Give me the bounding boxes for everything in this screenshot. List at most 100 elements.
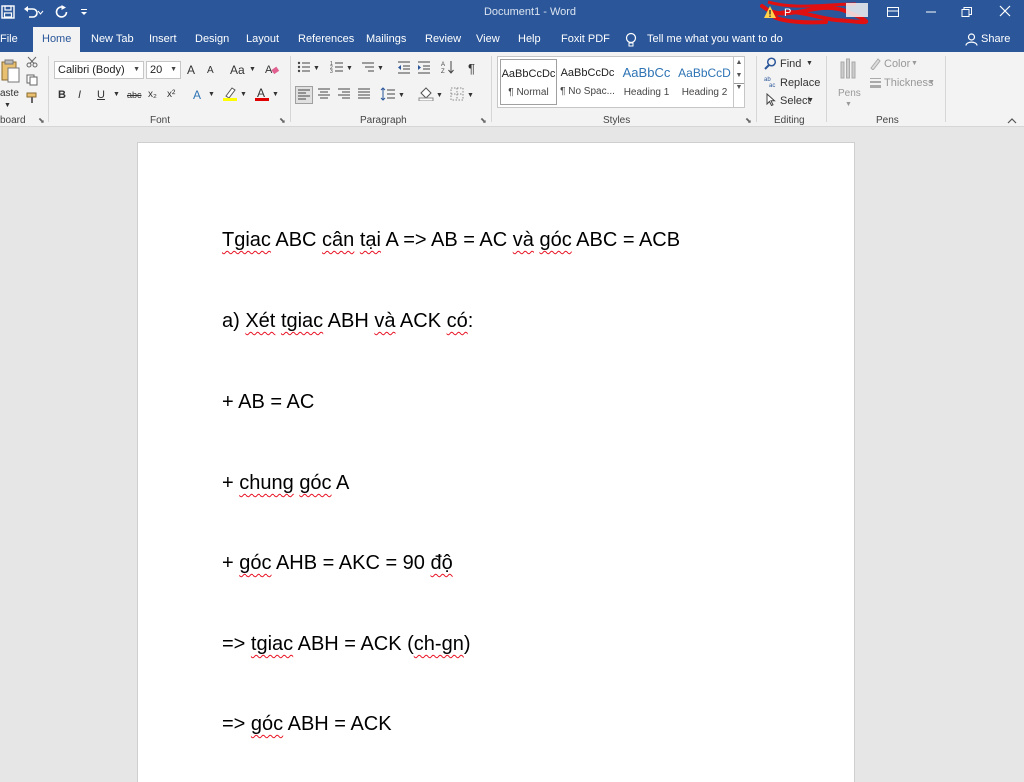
strikethrough-button[interactable]: abc xyxy=(127,87,142,103)
tell-me-search[interactable]: Tell me what you want to do xyxy=(647,27,783,52)
chevron-down-icon[interactable]: ▼ xyxy=(249,62,256,78)
document-paragraph[interactable]: a) Xét tgiac ABH và ACK có: xyxy=(222,310,473,333)
scroll-up-icon[interactable]: ▲ xyxy=(734,59,744,66)
redo-icon[interactable] xyxy=(54,5,70,21)
tab-view[interactable]: View xyxy=(476,27,500,52)
tab-design[interactable]: Design xyxy=(195,27,229,52)
minimize-icon[interactable] xyxy=(920,4,942,22)
style-heading-2[interactable]: AaBbCcD Heading 2 xyxy=(676,59,733,105)
highlighter-icon[interactable] xyxy=(222,86,238,107)
multilevel-list-icon[interactable] xyxy=(361,60,375,79)
subscript-button[interactable]: x₂ xyxy=(148,87,157,103)
text-effects-button[interactable]: A xyxy=(193,87,201,103)
font-name-dropdown[interactable]: Calibri (Body) ▼ xyxy=(54,61,144,79)
chevron-down-icon[interactable]: ▼ xyxy=(346,61,353,77)
tab-layout[interactable]: Layout xyxy=(246,27,279,52)
chevron-down-icon[interactable]: ▼ xyxy=(398,88,405,104)
paste-dropdown-icon[interactable]: ▼ xyxy=(4,98,11,114)
sort-icon[interactable]: AZ xyxy=(441,60,455,79)
chevron-down-icon[interactable]: ▼ xyxy=(113,87,120,103)
chevron-down-icon[interactable]: ▼ xyxy=(845,97,852,113)
document-paragraph[interactable]: => tgiac ABH = ACK (ch-gn) xyxy=(222,633,470,656)
justify-icon[interactable] xyxy=(357,88,371,105)
chevron-down-icon[interactable]: ▼ xyxy=(911,56,918,72)
chevron-down-icon[interactable]: ▼ xyxy=(807,93,814,109)
restore-icon[interactable] xyxy=(956,4,978,22)
underline-button[interactable]: U xyxy=(97,87,105,103)
close-icon[interactable] xyxy=(994,4,1016,22)
document-canvas[interactable]: Tgiac ABC cân tại A => AB = AC và góc AB… xyxy=(0,128,1024,782)
line-spacing-icon[interactable] xyxy=(380,87,396,106)
shrink-font-button[interactable]: A xyxy=(207,63,214,79)
chevron-down-icon[interactable]: ▼ xyxy=(467,88,474,104)
replace-button[interactable]: Replace xyxy=(780,75,820,91)
format-painter-icon[interactable] xyxy=(26,92,38,109)
replace-icon[interactable]: ab ac xyxy=(764,75,777,93)
document-paragraph[interactable]: => góc ABH = ACK xyxy=(222,713,392,736)
bold-button[interactable]: B xyxy=(58,87,66,103)
more-styles-icon[interactable]: ▼ xyxy=(734,83,744,91)
chevron-down-icon[interactable]: ▼ xyxy=(272,87,279,103)
share-button[interactable]: Share xyxy=(981,27,1010,52)
document-paragraph[interactable]: + AB = AC xyxy=(222,391,314,414)
font-launcher-icon[interactable]: ⬊ xyxy=(279,116,286,125)
align-center-icon[interactable] xyxy=(317,88,331,105)
scroll-down-icon[interactable]: ▼ xyxy=(734,72,744,79)
tab-help[interactable]: Help xyxy=(518,27,541,52)
styles-launcher-icon[interactable]: ⬊ xyxy=(745,116,752,125)
superscript-button[interactable]: x² xyxy=(167,87,175,103)
increase-indent-icon[interactable] xyxy=(417,60,431,79)
find-button[interactable]: Find xyxy=(780,56,801,72)
clipboard-launcher-icon[interactable]: ⬊ xyxy=(38,116,45,125)
style-normal[interactable]: AaBbCcDc ¶ Normal xyxy=(500,59,557,105)
italic-button[interactable]: I xyxy=(78,87,81,103)
chevron-down-icon[interactable]: ▼ xyxy=(240,87,247,103)
tab-mailings[interactable]: Mailings xyxy=(366,27,406,52)
tab-home[interactable]: Home xyxy=(33,27,81,52)
styles-gallery-scrollbar[interactable]: ▲ ▼ ▼ xyxy=(733,57,744,107)
document-paragraph[interactable]: + chung góc A xyxy=(222,472,349,495)
pen-color-button[interactable]: Color xyxy=(884,56,910,72)
borders-icon[interactable] xyxy=(450,87,464,106)
chevron-down-icon[interactable]: ▼ xyxy=(313,61,320,77)
document-paragraph[interactable]: Tgiac ABC cân tại A => AB = AC và góc AB… xyxy=(222,229,680,252)
pen-thickness-icon[interactable] xyxy=(869,76,882,94)
grow-font-button[interactable]: A xyxy=(187,62,195,78)
ribbon-display-options-icon[interactable] xyxy=(882,4,904,22)
show-formatting-marks-button[interactable]: ¶ xyxy=(468,61,475,77)
chevron-down-icon[interactable]: ▼ xyxy=(377,61,384,77)
find-icon[interactable] xyxy=(764,57,777,75)
copy-icon[interactable] xyxy=(26,74,38,91)
change-case-button[interactable]: Aa xyxy=(230,62,245,78)
undo-icon[interactable] xyxy=(22,5,44,21)
tab-review[interactable]: Review xyxy=(425,27,461,52)
chevron-down-icon[interactable]: ▼ xyxy=(208,87,215,103)
font-color-icon[interactable]: A xyxy=(254,86,270,107)
document-page[interactable]: Tgiac ABC cân tại A => AB = AC và góc AB… xyxy=(137,142,855,782)
decrease-indent-icon[interactable] xyxy=(397,60,411,79)
paste-icon[interactable] xyxy=(0,58,20,86)
shading-icon[interactable] xyxy=(418,87,434,106)
sign-in-label[interactable]: P xyxy=(784,7,791,19)
cut-icon[interactable] xyxy=(26,56,38,73)
customize-qat-icon[interactable] xyxy=(77,5,91,21)
chevron-down-icon[interactable]: ▼ xyxy=(436,88,443,104)
pen-thickness-button[interactable]: Thickness xyxy=(884,75,934,91)
align-right-icon[interactable] xyxy=(337,88,351,105)
tab-references[interactable]: References xyxy=(298,27,354,52)
paragraph-launcher-icon[interactable]: ⬊ xyxy=(480,116,487,125)
select-button[interactable]: Select xyxy=(780,93,811,109)
tab-insert[interactable]: Insert xyxy=(149,27,177,52)
select-cursor-icon[interactable] xyxy=(764,92,777,111)
bullets-icon[interactable] xyxy=(297,60,311,79)
document-paragraph[interactable]: + góc AHB = AKC = 90 độ xyxy=(222,552,453,575)
clear-formatting-icon[interactable]: A xyxy=(264,62,280,81)
align-left-icon[interactable] xyxy=(295,86,313,104)
style-heading-1[interactable]: AaBbCc Heading 1 xyxy=(618,59,675,105)
style-no-spacing[interactable]: AaBbCcDc ¶ No Spac... xyxy=(559,59,616,105)
font-size-dropdown[interactable]: 20 ▼ xyxy=(146,61,181,79)
pens-icon[interactable] xyxy=(838,56,858,89)
tab-file[interactable]: File xyxy=(0,27,18,52)
tab-new-tab[interactable]: New Tab xyxy=(91,27,134,52)
save-icon[interactable] xyxy=(0,5,16,21)
